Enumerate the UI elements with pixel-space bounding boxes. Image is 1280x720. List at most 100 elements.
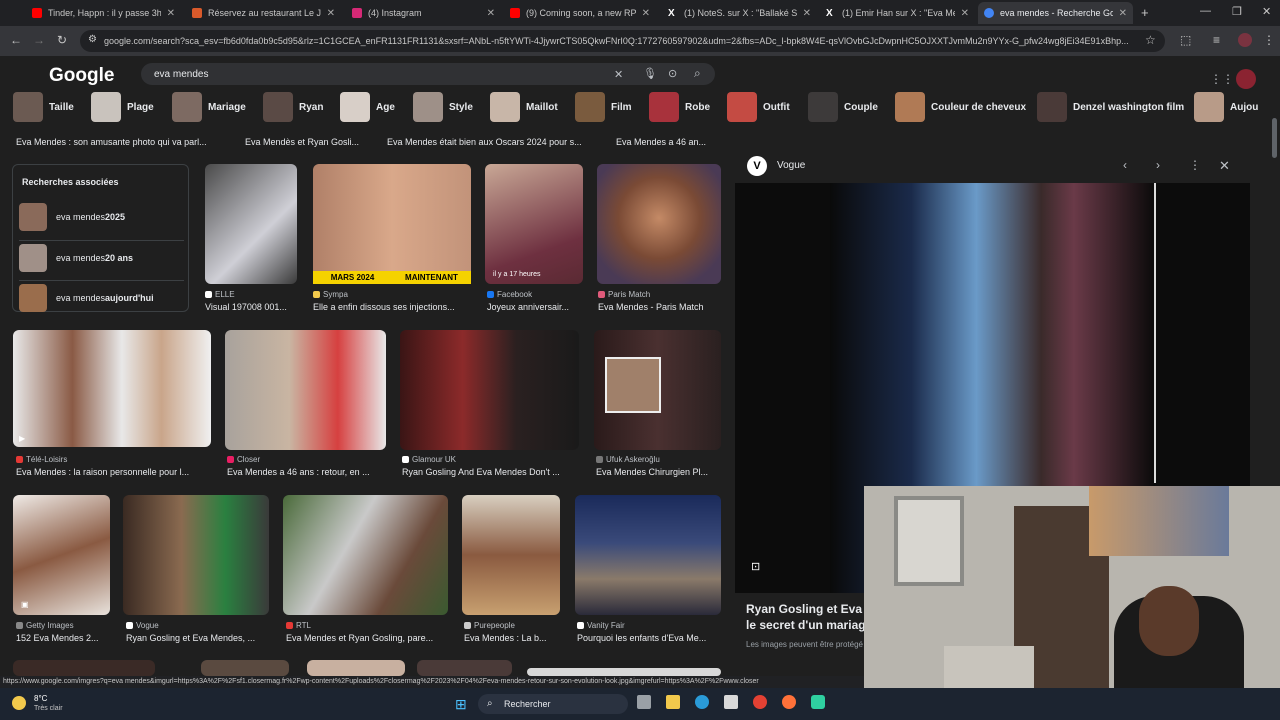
result-image[interactable] — [597, 164, 721, 284]
back-icon[interactable]: ← — [10, 33, 22, 47]
related-item[interactable]: eva mendes 20 ans — [19, 240, 184, 274]
file-explorer-icon[interactable] — [666, 695, 680, 709]
result-source[interactable]: Vanity Fair — [577, 621, 625, 630]
edge-icon[interactable] — [695, 695, 709, 709]
result-image[interactable] — [123, 495, 269, 615]
search-icon[interactable]: ⌕ — [694, 66, 701, 81]
result-caption[interactable]: Eva Mendes Chirurgien Pl... — [596, 467, 720, 477]
page-scrollbar[interactable] — [1272, 118, 1277, 158]
browser-tab[interactable]: (9) Coming soon, a new RPG fr✕ — [504, 2, 656, 24]
result-caption[interactable]: Elle a enfin dissous ses injections... — [313, 302, 471, 312]
result-source[interactable]: Closer — [227, 455, 260, 464]
lens-search-icon[interactable]: ⊡ — [751, 560, 760, 573]
chip-aujourdhui[interactable]: Aujou — [1194, 92, 1258, 122]
result-caption[interactable]: Ryan Gosling et Eva Mendes, ... — [126, 633, 268, 643]
chip-ryan[interactable]: Ryan — [263, 92, 323, 122]
chip-denzel-washington-film[interactable]: Denzel washington film — [1037, 92, 1184, 122]
chip-mariage[interactable]: Mariage — [172, 92, 246, 122]
task-view-icon[interactable] — [637, 695, 651, 709]
lens-icon[interactable]: ⊙ — [668, 67, 677, 80]
menu-icon[interactable]: ⋮ — [1263, 33, 1275, 47]
maximize-icon[interactable]: ❐ — [1232, 5, 1242, 18]
result-caption[interactable]: Eva Mendès et Ryan Gosli... — [245, 137, 370, 147]
result-source[interactable]: Glamour UK — [402, 455, 456, 464]
firefox-icon[interactable] — [782, 695, 796, 709]
preview-title[interactable]: Ryan Gosling et Eva M — [746, 602, 875, 616]
browser-tab[interactable]: X(1) NoteS. sur X : "Ballaké Sisso✕ — [662, 2, 817, 24]
chip-taille[interactable]: Taille — [13, 92, 74, 122]
search-input[interactable]: eva mendes ✕ 🎙 ⊙ ⌕ — [141, 63, 715, 85]
start-icon[interactable]: ⊞ — [455, 696, 467, 713]
app-icon[interactable] — [811, 695, 825, 709]
weather-icon[interactable] — [12, 696, 26, 710]
related-item[interactable]: eva mendes aujourd'hui — [19, 280, 184, 314]
result-caption[interactable]: Ryan Gosling And Eva Mendes Don't ... — [402, 467, 577, 477]
result-source[interactable]: Getty Images — [16, 621, 74, 630]
result-image[interactable]: ▣ — [13, 495, 110, 615]
result-caption[interactable]: Eva Mendes : la raison personnelle pour … — [16, 467, 214, 477]
chip-film[interactable]: Film — [575, 92, 632, 122]
store-icon[interactable] — [724, 695, 738, 709]
result-image[interactable] — [205, 164, 297, 284]
chip-outfit[interactable]: Outfit — [727, 92, 790, 122]
browser-tab[interactable]: Tinder, Happn : il y passe 3h pa✕ — [26, 2, 181, 24]
browser-tab[interactable]: X(1) Emir Han sur X : "Eva Mend✕ — [820, 2, 975, 24]
taskbar-search[interactable]: ⌕ Rechercher — [478, 694, 628, 714]
result-caption[interactable]: Visual 197008 001... — [205, 302, 297, 312]
url-bar[interactable]: ⚙ google.com/search?sca_esv=fb6d0fda0b9c… — [80, 30, 1165, 52]
result-image[interactable] — [283, 495, 448, 615]
result-image[interactable] — [307, 660, 405, 676]
chrome-icon[interactable] — [753, 695, 767, 709]
result-image[interactable] — [575, 495, 721, 615]
result-source[interactable]: RTL — [286, 621, 311, 630]
microphone-icon[interactable]: 🎙 — [643, 67, 657, 80]
close-tab-icon[interactable]: ✕ — [167, 8, 175, 19]
related-item[interactable]: eva mendes 2025 — [19, 200, 184, 234]
chip-robe[interactable]: Robe — [649, 92, 710, 122]
result-caption[interactable]: Eva Mendes : La b... — [464, 633, 560, 643]
profile-avatar[interactable] — [1238, 33, 1252, 47]
media-icon[interactable]: ≡ — [1213, 33, 1220, 47]
result-image[interactable]: ▶ — [13, 330, 211, 447]
result-image[interactable] — [201, 660, 289, 676]
extensions-icon[interactable]: ⬚ — [1180, 33, 1191, 47]
chip-age[interactable]: Age — [340, 92, 395, 122]
forward-icon[interactable]: → — [33, 33, 45, 47]
result-caption[interactable]: Eva Mendes : son amusante photo qui va p… — [16, 137, 228, 147]
preview-source[interactable]: Vogue — [777, 160, 805, 171]
result-source[interactable]: Vogue — [126, 621, 159, 630]
result-source[interactable]: Paris Match — [598, 290, 650, 299]
result-source[interactable]: Télé-Loisirs — [16, 455, 67, 464]
result-caption[interactable]: Joyeux anniversair... — [487, 302, 583, 312]
chip-maillot[interactable]: Maillot — [490, 92, 558, 122]
close-tab-icon[interactable]: ✕ — [1119, 8, 1127, 19]
result-source[interactable]: Facebook — [487, 290, 532, 299]
result-image[interactable] — [462, 495, 560, 615]
site-info-icon[interactable]: ⚙ — [88, 34, 97, 45]
result-caption[interactable]: 152 Eva Mendes 2... — [16, 633, 110, 643]
result-caption[interactable]: Eva Mendes et Ryan Gosling, pare... — [286, 633, 446, 643]
bookmark-star-icon[interactable]: ☆ — [1145, 33, 1156, 47]
result-image[interactable] — [594, 330, 721, 450]
result-caption[interactable]: Eva Mendes a 46 an... — [616, 137, 716, 147]
result-image[interactable]: MARS 2024 MAINTENANT — [313, 164, 471, 284]
result-caption[interactable]: Pourquoi les enfants d'Eva Me... — [577, 633, 720, 643]
more-options-icon[interactable]: ⋮ — [1189, 158, 1201, 172]
browser-tab-active[interactable]: eva mendes - Recherche Goog ✕ — [978, 2, 1133, 24]
result-source[interactable]: ELLE — [205, 290, 235, 299]
google-logo[interactable]: Google — [49, 65, 114, 87]
close-window-icon[interactable]: ✕ — [1262, 5, 1271, 18]
next-icon[interactable]: › — [1156, 158, 1160, 172]
clear-icon[interactable]: ✕ — [614, 68, 623, 81]
result-caption[interactable]: Eva Mendes était bien aux Oscars 2024 po… — [387, 137, 599, 147]
chip-style[interactable]: Style — [413, 92, 473, 122]
result-caption[interactable]: Eva Mendes a 46 ans : retour, en ... — [227, 467, 387, 477]
result-image[interactable] — [13, 660, 155, 676]
close-tab-icon[interactable]: ✕ — [327, 8, 335, 19]
result-caption[interactable]: Eva Mendes - Paris Match — [598, 302, 720, 312]
preview-title-line2[interactable]: le secret d'un mariage — [746, 618, 872, 632]
reload-icon[interactable]: ↻ — [57, 33, 67, 47]
account-avatar[interactable] — [1236, 69, 1256, 89]
chip-plage[interactable]: Plage — [91, 92, 154, 122]
close-preview-icon[interactable]: ✕ — [1219, 158, 1230, 174]
